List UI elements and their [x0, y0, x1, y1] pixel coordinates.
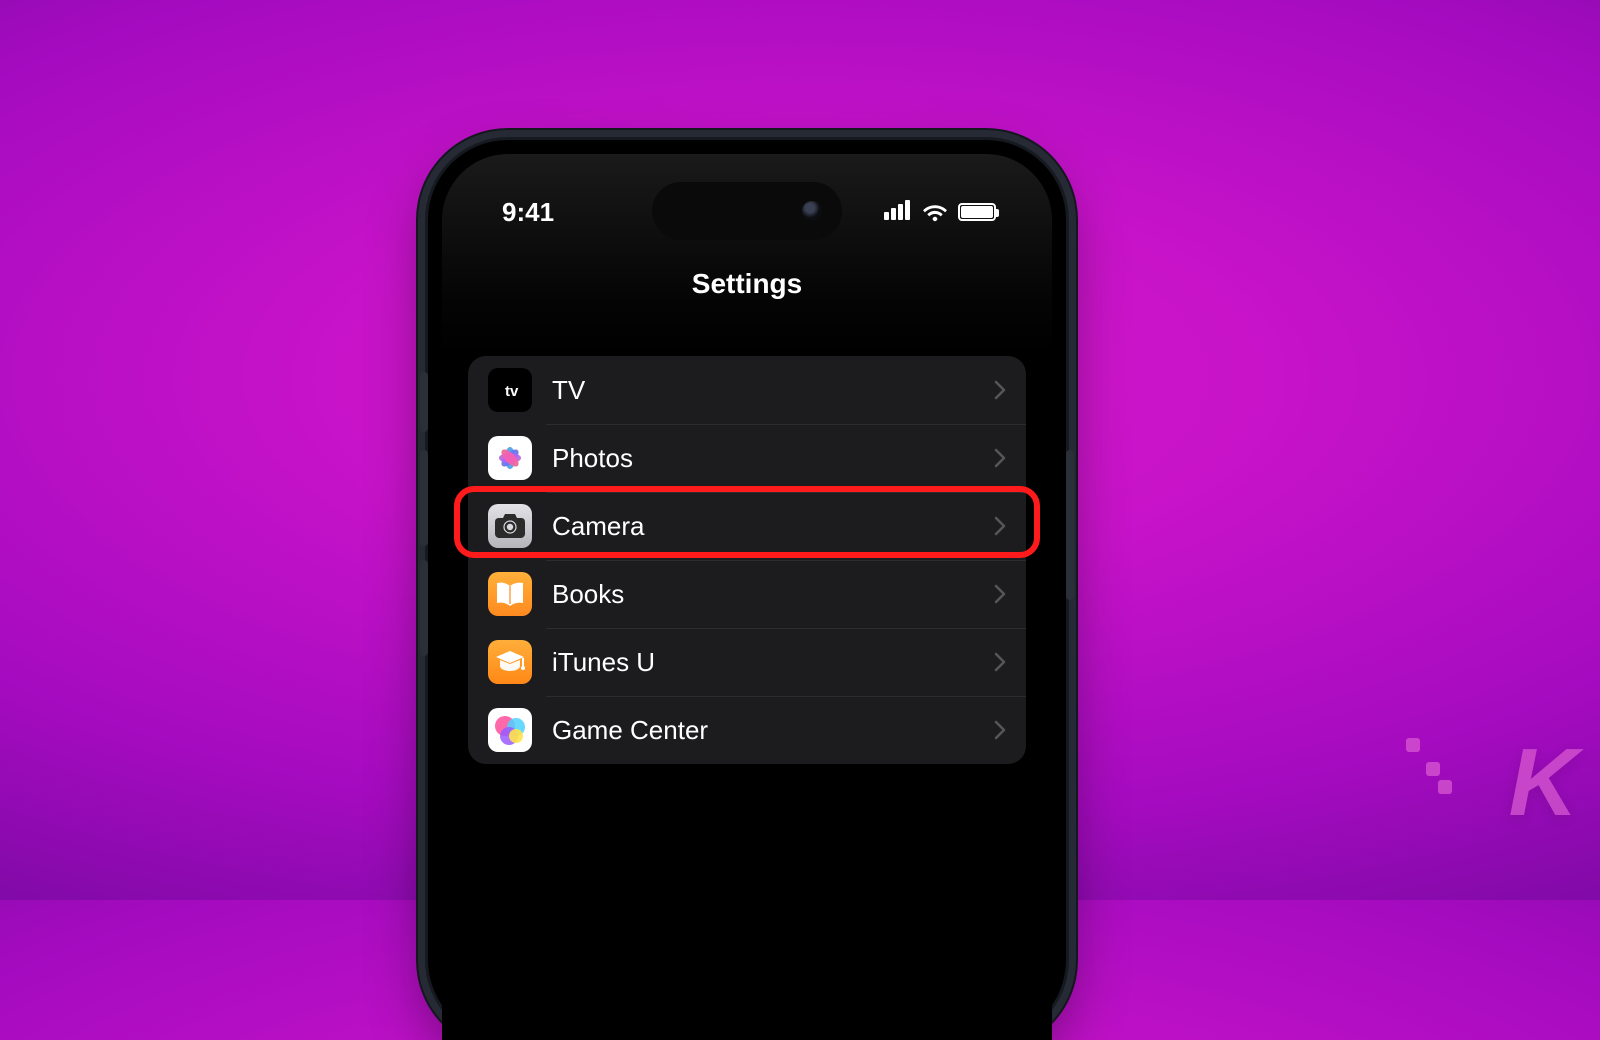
row-label: Books: [552, 579, 994, 610]
row-label: Photos: [552, 443, 994, 474]
row-label: Camera: [552, 511, 994, 542]
phone-power-button: [1066, 450, 1074, 600]
phone-mute-switch: [420, 372, 428, 432]
chevron-right-icon: [994, 448, 1006, 468]
settings-list: tv TV P: [468, 356, 1026, 764]
chevron-right-icon: [994, 516, 1006, 536]
phone-screen: 9:41 Settings tv TV: [442, 154, 1052, 1040]
row-label: Game Center: [552, 715, 994, 746]
gamecenter-icon: [488, 708, 532, 752]
row-label: iTunes U: [552, 647, 994, 678]
settings-row-photos[interactable]: Photos: [468, 424, 1026, 492]
settings-row-camera[interactable]: Camera: [468, 492, 1026, 560]
books-icon: [488, 572, 532, 616]
phone-volume-down: [420, 560, 428, 656]
settings-row-tv[interactable]: tv TV: [468, 356, 1026, 424]
settings-row-gamecenter[interactable]: Game Center: [468, 696, 1026, 764]
phone-volume-up: [420, 450, 428, 546]
front-camera-icon: [802, 201, 822, 221]
chevron-right-icon: [994, 720, 1006, 740]
clock-text: 9:41: [502, 197, 554, 228]
dynamic-island: [652, 182, 842, 240]
camera-icon: [488, 504, 532, 548]
row-label: TV: [552, 375, 994, 406]
itunesu-icon: [488, 640, 532, 684]
chevron-right-icon: [994, 584, 1006, 604]
watermark-logo: K: [1509, 728, 1572, 838]
battery-icon: [958, 203, 996, 221]
settings-row-itunesu[interactable]: iTunes U: [468, 628, 1026, 696]
appletv-icon: tv: [488, 368, 532, 412]
photos-icon: [488, 436, 532, 480]
phone-frame: 9:41 Settings tv TV: [428, 140, 1066, 1040]
wifi-icon: [922, 202, 948, 222]
chevron-right-icon: [994, 652, 1006, 672]
chevron-right-icon: [994, 380, 1006, 400]
settings-row-books[interactable]: Books: [468, 560, 1026, 628]
cellular-icon: [884, 200, 912, 225]
page-title: Settings: [442, 268, 1052, 300]
svg-text:tv: tv: [505, 383, 519, 399]
status-time: 9:41: [502, 198, 554, 226]
status-indicators: [884, 200, 996, 224]
